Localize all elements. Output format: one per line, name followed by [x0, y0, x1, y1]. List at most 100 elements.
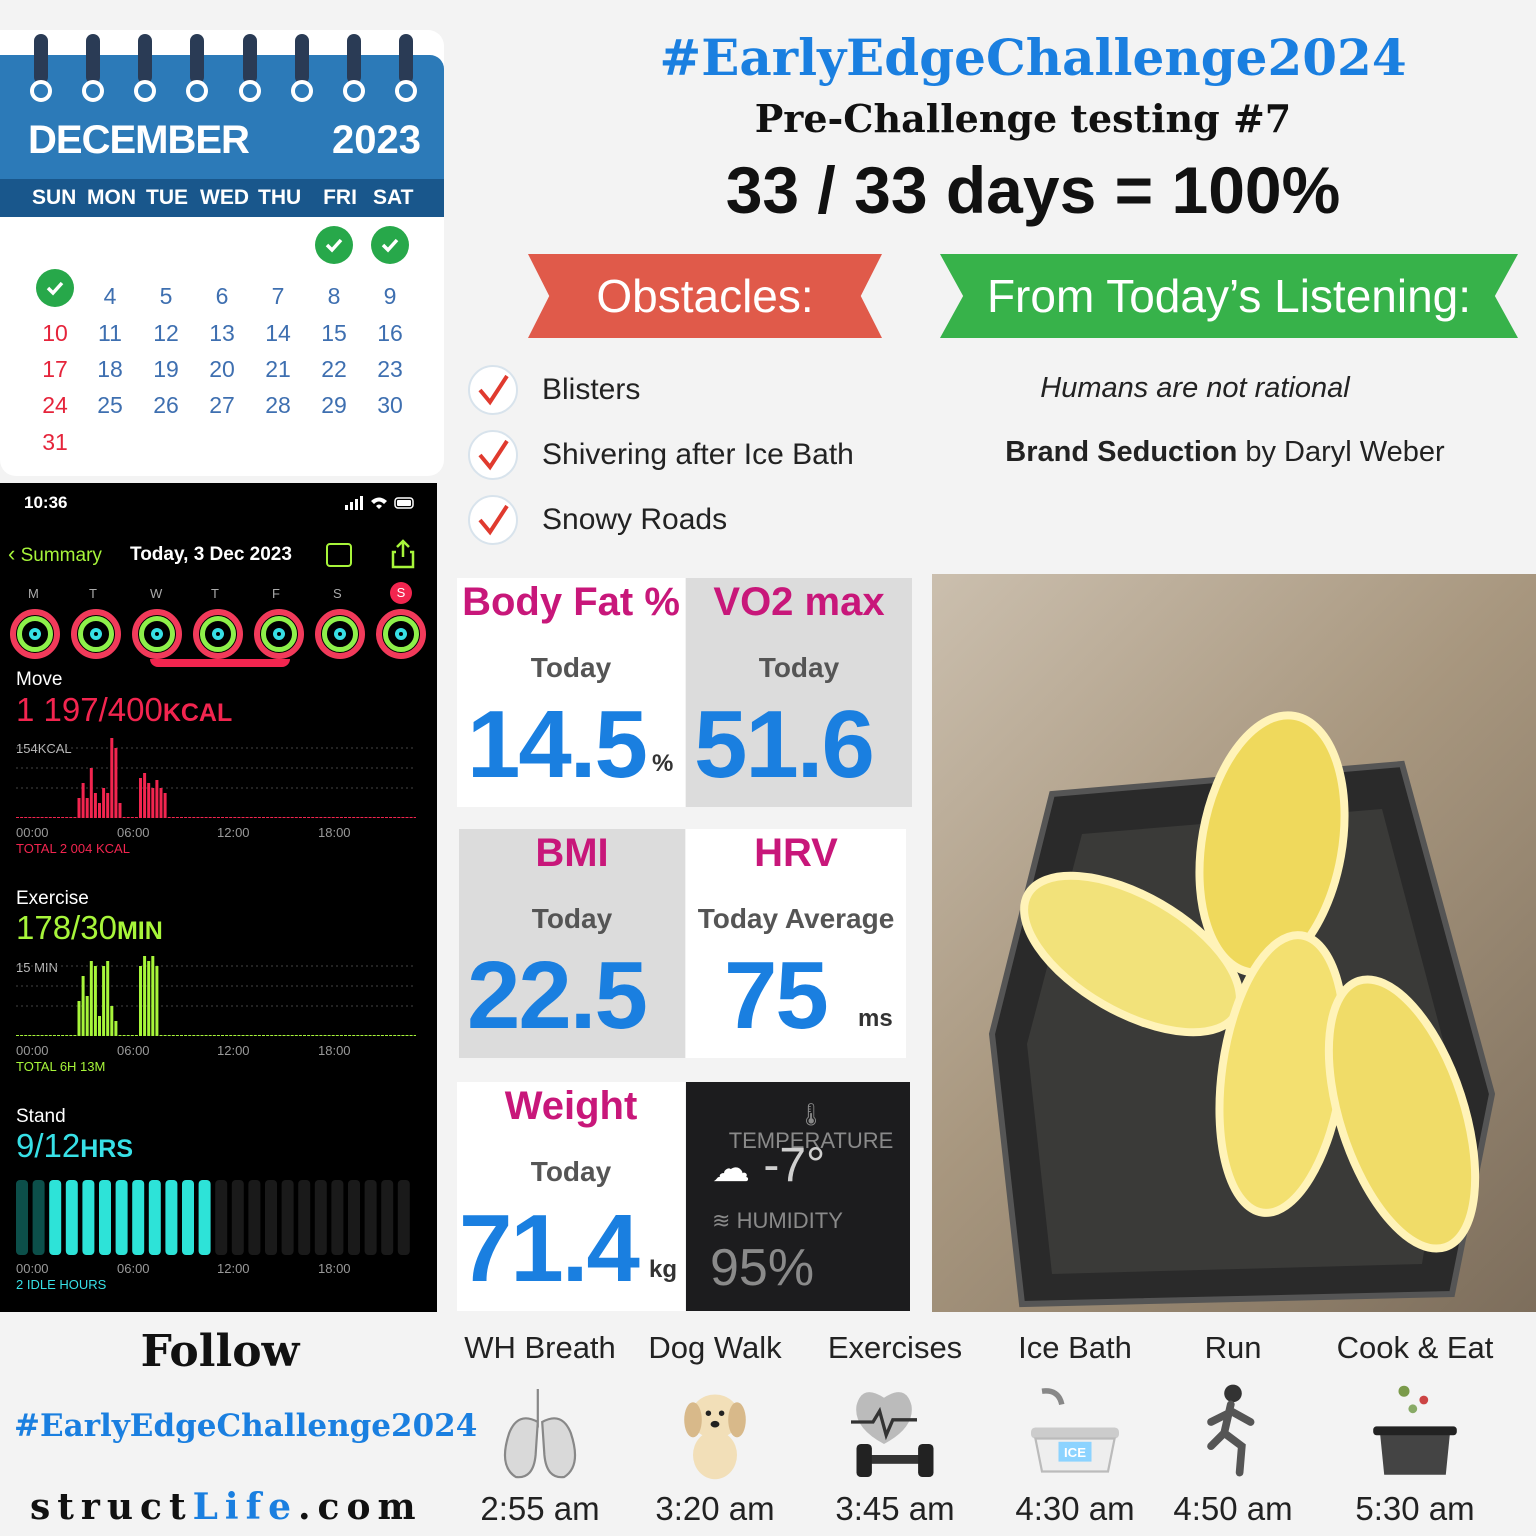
activity-bar — [40, 1035, 44, 1036]
follow-hashtag[interactable]: #EarlyEdgeChallenge2024 — [14, 1408, 477, 1444]
listening-quote: Humans are not rational — [1040, 372, 1350, 404]
hrv-sub: Today Average — [697, 903, 895, 934]
calendar-icon[interactable] — [326, 543, 352, 567]
back-button[interactable]: ‹ Summary — [8, 541, 102, 567]
weekday-label: TUE — [146, 186, 188, 209]
activity-bar — [376, 817, 380, 818]
activity-bar — [192, 1035, 196, 1036]
site-part-c: .com — [297, 1486, 423, 1528]
stand-hour-bar — [298, 1180, 311, 1255]
activity-bar — [356, 1035, 360, 1036]
activity-bar — [212, 1035, 216, 1036]
weekday-letter: S — [333, 586, 342, 601]
activity-bar — [262, 1035, 265, 1036]
hrv-value: 75 — [724, 942, 829, 1049]
activity-bar — [208, 817, 212, 818]
weather-panel: 🌡 TEMPERATURE ☁ -7° ≋ HUMIDITY 95% — [686, 1082, 910, 1311]
activity-bar — [77, 1001, 81, 1036]
activity-time: 3:45 am — [835, 1490, 955, 1527]
calendar-date: 20 — [209, 356, 235, 382]
activity-bar — [303, 1035, 306, 1036]
activity-bar — [344, 817, 347, 818]
activity-bar — [315, 1035, 319, 1036]
activity-bar — [89, 768, 93, 818]
move-total: TOTAL 2 004 KCAL — [16, 841, 130, 856]
humidity-value: 95% — [710, 1239, 815, 1297]
calendar-date: 17 — [42, 356, 68, 382]
activity-bar — [229, 1035, 233, 1036]
activity-label: Dog Walk — [648, 1330, 782, 1365]
activity-bar — [98, 803, 101, 818]
axis-6b: 06:00 — [117, 1043, 150, 1058]
website-link[interactable]: structLife.com — [30, 1486, 423, 1528]
axis-12c: 12:00 — [217, 1261, 250, 1276]
activity-bar — [16, 1035, 19, 1036]
activity-bar — [143, 956, 147, 1036]
listening-banner: From Today’s Listening: — [940, 254, 1518, 338]
obstacles-title: Obstacles: — [596, 270, 814, 322]
stand-hour-bar — [348, 1180, 360, 1255]
axis-0b: 00:00 — [16, 1043, 49, 1058]
activity-bar — [323, 817, 327, 818]
move-amount: 1 197/400 — [16, 691, 163, 728]
calendar-date: 25 — [97, 392, 123, 418]
stand-hour-bar — [148, 1180, 161, 1255]
activity-bar — [397, 1035, 401, 1036]
checkmark-icon — [315, 226, 353, 264]
axis-6: 06:00 — [117, 825, 150, 840]
activity-bar — [167, 817, 171, 818]
activity-label: WH Breath — [464, 1330, 616, 1365]
activity-bar — [368, 1035, 372, 1036]
activity-bar — [216, 817, 220, 818]
activity-bar — [126, 817, 130, 818]
lemon-blender-photo — [932, 574, 1536, 1312]
activity-bar — [253, 1035, 257, 1036]
activity-bar — [249, 1035, 253, 1036]
signal-wifi-battery-icon — [345, 496, 414, 510]
activity-ring-icon — [71, 609, 121, 659]
calendar-date: 15 — [321, 320, 347, 346]
activity-bar — [401, 817, 405, 818]
activity-bar — [282, 1035, 286, 1036]
activity-bar — [196, 817, 200, 818]
activity-bar — [106, 961, 110, 1036]
body-fat-value: 14.5 — [467, 691, 648, 798]
activity-bar — [225, 817, 229, 818]
checkmark-icon — [371, 226, 409, 264]
activity-bar — [28, 817, 32, 818]
stand-hour-bar — [231, 1180, 244, 1255]
activity-bar — [266, 817, 270, 818]
activity-bar — [73, 1035, 77, 1036]
activity-bar — [114, 1021, 118, 1036]
activity-bar — [200, 1035, 204, 1036]
calendar-date: 18 — [97, 356, 123, 382]
activity-bar — [286, 1035, 290, 1036]
activity-time: 5:30 am — [1355, 1490, 1475, 1527]
activity-bar — [122, 1035, 126, 1036]
calendar-month: DECEMBER — [28, 118, 250, 162]
stand-label: Stand — [16, 1106, 66, 1127]
obstacle-text: Snowy Roads — [542, 503, 728, 536]
weight-panel: Weight Today 71.4 kg — [457, 1082, 685, 1311]
activity-bar — [57, 817, 60, 818]
activity-bar — [393, 817, 397, 818]
vo2-title: VO2 max — [713, 580, 885, 624]
activity-bar — [188, 817, 192, 818]
calendar-date: 26 — [153, 392, 179, 418]
share-icon[interactable] — [390, 539, 416, 574]
activity-ring-icon — [193, 609, 243, 659]
calendar-date: 23 — [377, 356, 403, 382]
exercise-chart — [16, 956, 416, 1036]
activity-bar — [307, 1035, 311, 1036]
activity-bar — [175, 817, 179, 818]
activity-bar — [77, 798, 81, 818]
humidity-label: ≋ HUMIDITY — [712, 1208, 843, 1234]
activity-bar — [372, 1035, 376, 1036]
activity-bar — [48, 817, 52, 818]
activity-bar — [139, 778, 142, 818]
calendar-date: 6 — [215, 283, 229, 309]
activity-ring-icon — [315, 609, 365, 659]
bmi-panel: BMI Today 22.5 — [459, 829, 685, 1058]
activity-bar — [405, 1035, 409, 1036]
activity-bar — [212, 817, 216, 818]
